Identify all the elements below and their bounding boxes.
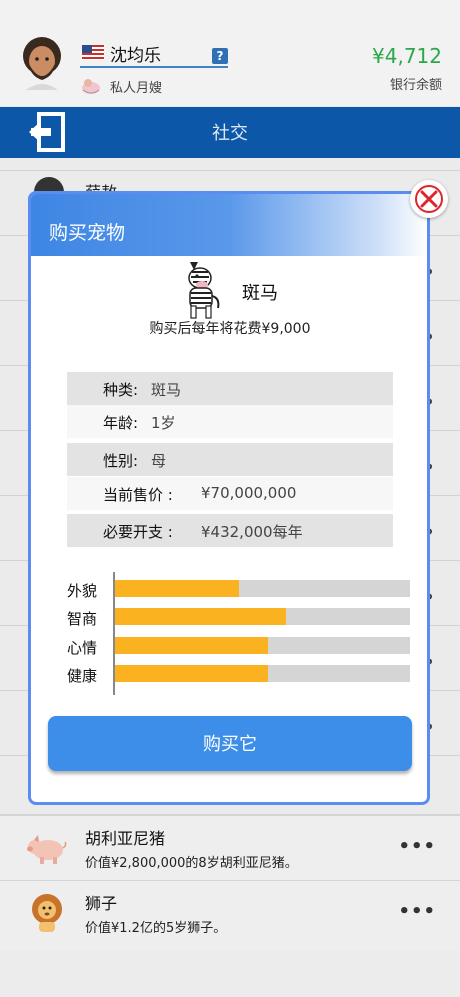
pet-description: 价值¥1.2亿的5岁狮子。 (85, 921, 227, 936)
stat-fill (115, 637, 269, 654)
pet-description: 价值¥2,800,000的8岁胡利亚尼猪。 (85, 856, 298, 871)
job-icon (82, 79, 100, 94)
detail-label: 必要开支 : (103, 523, 173, 541)
detail-price: 当前售价 : ¥70,000,000 (67, 477, 393, 510)
detail-value: 斑马 (151, 381, 182, 399)
detail-gender: 性别: 母 (67, 443, 393, 476)
stat-label-intelligence: 智商 (67, 610, 98, 628)
more-options-icon[interactable]: ••• (398, 836, 436, 857)
stat-fill (115, 665, 269, 682)
pet-row-pig[interactable]: 胡利亚尼猪 价值¥2,800,000的8岁胡利亚尼猪。 ••• (0, 815, 460, 880)
detail-value: 1岁 (151, 414, 176, 432)
close-icon (415, 185, 443, 213)
stat-label-health: 健康 (67, 667, 98, 685)
stat-label-looks: 外貌 (67, 582, 98, 600)
close-button[interactable] (410, 180, 448, 218)
bank-balance: ¥4,712 (372, 44, 442, 68)
page-title: 社交 (212, 123, 248, 144)
stat-bar-intelligence (115, 608, 410, 625)
detail-value: ¥70,000,000 (201, 484, 297, 502)
player-avatar[interactable] (18, 36, 66, 90)
detail-label: 当前售价 : (103, 486, 173, 504)
detail-label: 年龄: (103, 414, 139, 432)
stat-label-mood: 心情 (67, 639, 98, 657)
more-options-icon[interactable]: ••• (398, 901, 436, 922)
pet-row-lion[interactable]: 狮子 价值¥1.2亿的5岁狮子。 ••• (0, 880, 460, 951)
detail-age: 年龄: 1岁 (67, 405, 393, 438)
dialog-title: 购买宠物 (49, 222, 126, 244)
stat-bar-health (115, 665, 410, 682)
pet-title: 斑马 (242, 283, 278, 304)
list-item (0, 158, 460, 171)
bank-balance-label: 银行余额 (389, 78, 442, 93)
detail-label: 种类: (103, 381, 139, 399)
stat-fill (115, 580, 239, 597)
stat-bar-mood (115, 637, 410, 654)
help-icon[interactable]: ? (212, 48, 228, 64)
detail-value: 母 (151, 452, 167, 470)
list-footer (0, 950, 460, 997)
detail-label: 性别: (103, 452, 139, 470)
name-underline (80, 66, 228, 68)
player-job: 私人月嫂 (110, 81, 163, 96)
pig-icon (27, 835, 67, 864)
pet-name: 狮子 (85, 894, 118, 913)
lion-icon (32, 894, 62, 932)
stat-bar-looks (115, 580, 410, 597)
detail-upkeep: 必要开支 : ¥432,000每年 (67, 514, 393, 547)
player-header: 沈均乐 ? 私人月嫂 ¥4,712 银行余额 (0, 0, 460, 106)
dialog-header: 购买宠物 (31, 194, 427, 256)
us-flag-icon (82, 45, 104, 60)
zebra-icon (188, 262, 220, 319)
player-name: 沈均乐 (110, 46, 161, 66)
detail-species: 种类: 斑马 (67, 372, 393, 405)
buy-button[interactable]: 购买它 (48, 716, 412, 771)
pet-name: 胡利亚尼猪 (85, 829, 166, 848)
stat-fill (115, 608, 287, 625)
detail-value: ¥432,000每年 (201, 523, 303, 541)
yearly-cost: 购买后每年将花费¥9,000 (149, 321, 311, 337)
